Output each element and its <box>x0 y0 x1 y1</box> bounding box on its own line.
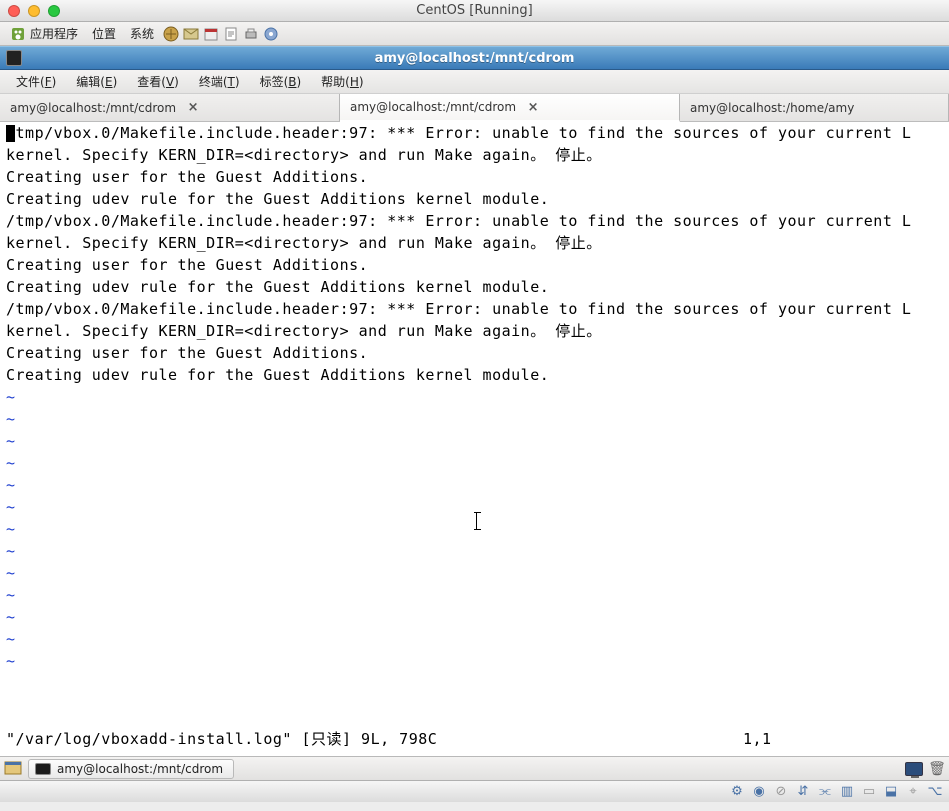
gnome-top-panel: 应用程序 位置 系统 <box>0 22 949 46</box>
tab-close-icon[interactable]: × <box>186 101 200 115</box>
places-menu[interactable]: 位置 <box>86 25 122 42</box>
terminal-tabbar: amy@localhost:/mnt/cdrom × amy@localhost… <box>0 94 949 122</box>
terminal-viewport[interactable]: tmp/vbox.0/Makefile.include.header:97: *… <box>0 122 949 756</box>
vim-empty-line-tilde: ~ <box>6 650 943 672</box>
terminal-menubar: 文件(F) 编辑(E) 查看(V) 终端(T) 标签(B) 帮助(H) <box>0 70 949 94</box>
taskbar-window-label: amy@localhost:/mnt/cdrom <box>57 762 223 776</box>
terminal-line: /tmp/vbox.0/Makefile.include.header:97: … <box>6 298 943 320</box>
vim-empty-line-tilde: ~ <box>6 628 943 650</box>
vbox-statusbar: ⚙ ◉ ⊘ ⇵ ⫘ ▥ ▭ ⬓ ⌖ ⌥ <box>0 780 949 802</box>
terminal-icon <box>35 763 51 775</box>
terminal-line: Creating user for the Guest Additions. <box>6 254 943 276</box>
menu-terminal[interactable]: 终端(T) <box>189 73 250 90</box>
vbox-settings-icon[interactable]: ⚙ <box>729 784 745 800</box>
browser-icon[interactable] <box>162 25 180 43</box>
vbox-shared-folder-icon[interactable]: ▥ <box>839 784 855 800</box>
terminal-window-title: amy@localhost:/mnt/cdrom <box>375 51 575 66</box>
vim-empty-line-tilde: ~ <box>6 540 943 562</box>
terminal-line: kernel. Specify KERN_DIR=<directory> and… <box>6 320 943 342</box>
launcher-icons <box>162 25 280 43</box>
tab-label: amy@localhost:/mnt/cdrom <box>350 100 516 114</box>
vbox-mouse-icon[interactable]: ⌖ <box>905 784 921 800</box>
show-desktop-icon[interactable] <box>4 761 22 777</box>
terminal-line: kernel. Specify KERN_DIR=<directory> and… <box>6 232 943 254</box>
tab-close-icon[interactable]: × <box>526 100 540 114</box>
host-window-titlebar: CentOS [Running] <box>0 0 949 22</box>
vim-status-left: "/var/log/vboxadd-install.log" [只读] 9L, … <box>6 728 437 750</box>
terminal-titlebar-icon <box>6 50 22 66</box>
tab-1[interactable]: amy@localhost:/mnt/cdrom × <box>340 94 680 122</box>
vbox-hostkey-icon[interactable]: ⌥ <box>927 784 943 800</box>
vbox-optical-icon[interactable]: ⊘ <box>773 784 789 800</box>
printer-icon[interactable] <box>242 25 260 43</box>
menu-file[interactable]: 文件(F) <box>6 73 66 90</box>
document-icon[interactable] <box>222 25 240 43</box>
vim-empty-line-tilde: ~ <box>6 496 943 518</box>
terminal-line: Creating udev rule for the Guest Additio… <box>6 276 943 298</box>
vim-empty-line-tilde: ~ <box>6 386 943 408</box>
mail-icon[interactable] <box>182 25 200 43</box>
terminal-line: Creating user for the Guest Additions. <box>6 342 943 364</box>
vim-cursor-position: 1,1 <box>743 728 943 750</box>
terminal-line: /tmp/vbox.0/Makefile.include.header:97: … <box>6 210 943 232</box>
vim-status-line: "/var/log/vboxadd-install.log" [只读] 9L, … <box>6 728 943 750</box>
vim-empty-line-tilde: ~ <box>6 584 943 606</box>
vim-empty-line-tilde: ~ <box>6 452 943 474</box>
gnome-bottom-panel: amy@localhost:/mnt/cdrom 🗑 <box>0 756 949 780</box>
vim-cursor-block <box>6 125 15 142</box>
applications-menu[interactable]: 应用程序 <box>4 25 84 42</box>
vbox-disk-icon[interactable]: ◉ <box>751 784 767 800</box>
vim-empty-line-tilde: ~ <box>6 408 943 430</box>
applications-label: 应用程序 <box>30 25 78 42</box>
vim-empty-line-tilde: ~ <box>6 474 943 496</box>
terminal-line: Creating udev rule for the Guest Additio… <box>6 364 943 386</box>
workspace-switcher-icon[interactable] <box>905 762 923 776</box>
settings-icon[interactable] <box>262 25 280 43</box>
vbox-usb-icon[interactable]: ⇵ <box>795 784 811 800</box>
foot-icon <box>10 26 26 42</box>
vim-empty-line-tilde: ~ <box>6 606 943 628</box>
terminal-line: Creating udev rule for the Guest Additio… <box>6 188 943 210</box>
taskbar-window-button[interactable]: amy@localhost:/mnt/cdrom <box>28 759 234 779</box>
tab-label: amy@localhost:/mnt/cdrom <box>10 101 176 115</box>
terminal-line: tmp/vbox.0/Makefile.include.header:97: *… <box>6 122 943 144</box>
menu-help[interactable]: 帮助(H) <box>311 73 373 90</box>
menu-tabs[interactable]: 标签(B) <box>250 73 312 90</box>
system-menu[interactable]: 系统 <box>124 25 160 42</box>
vbox-recording-icon[interactable]: ⬓ <box>883 784 899 800</box>
trash-icon[interactable]: 🗑 <box>929 761 945 777</box>
vbox-display-icon[interactable]: ▭ <box>861 784 877 800</box>
tab-2[interactable]: amy@localhost:/home/amy × <box>680 94 949 121</box>
menu-edit[interactable]: 编辑(E) <box>66 73 127 90</box>
vim-empty-line-tilde: ~ <box>6 562 943 584</box>
vbox-network-icon[interactable]: ⫘ <box>817 784 833 800</box>
terminal-window-titlebar[interactable]: amy@localhost:/mnt/cdrom <box>0 46 949 70</box>
tab-label: amy@localhost:/home/amy <box>690 101 854 115</box>
terminal-line: kernel. Specify KERN_DIR=<directory> and… <box>6 144 943 166</box>
terminal-line: Creating user for the Guest Additions. <box>6 166 943 188</box>
vim-empty-line-tilde: ~ <box>6 430 943 452</box>
host-window-title: CentOS [Running] <box>0 3 949 18</box>
tab-0[interactable]: amy@localhost:/mnt/cdrom × <box>0 94 340 121</box>
text-cursor-icon <box>476 512 477 530</box>
menu-view[interactable]: 查看(V) <box>127 73 189 90</box>
calendar-icon[interactable] <box>202 25 220 43</box>
